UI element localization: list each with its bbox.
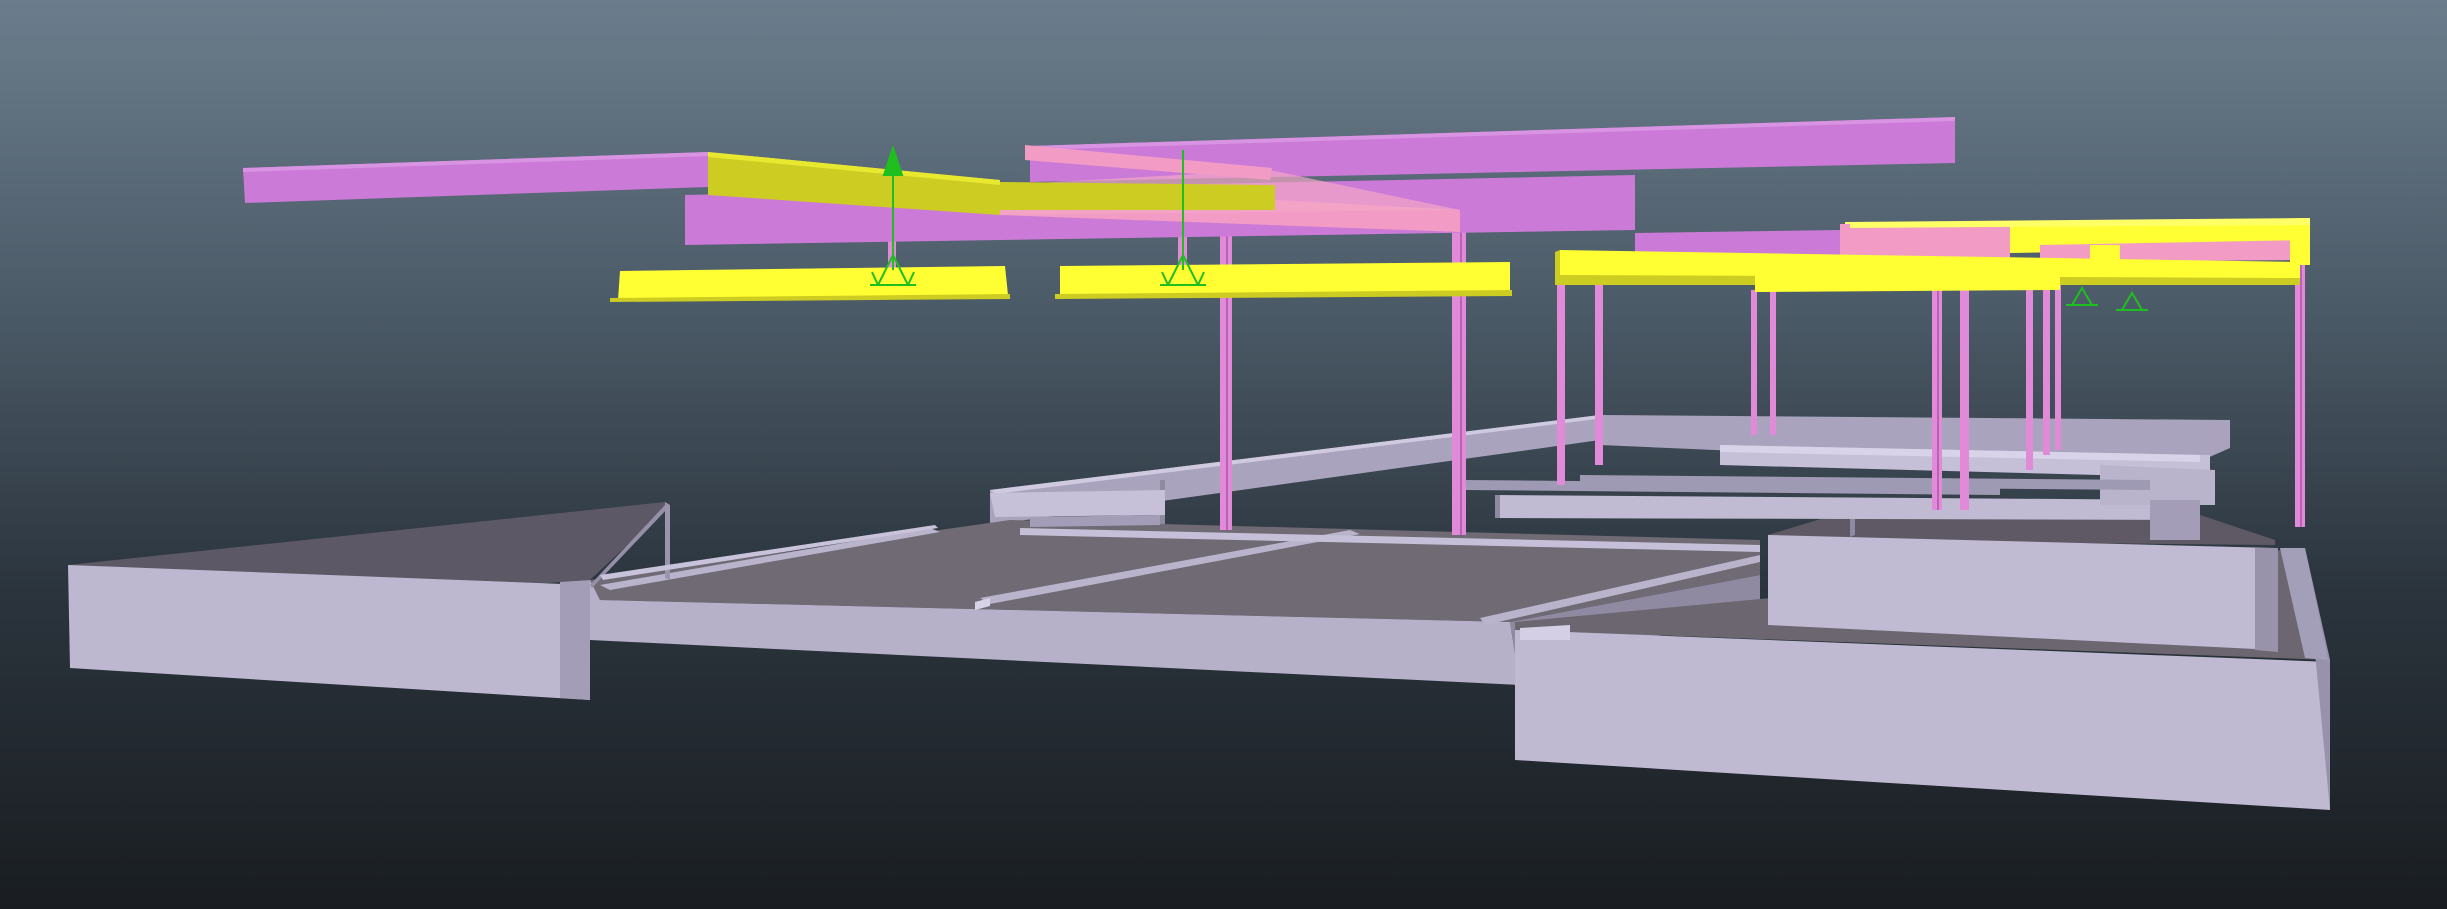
beam-magenta-top[interactable] (1030, 117, 1955, 182)
column-4[interactable] (1595, 270, 1603, 465)
green-arrow-icon (2070, 286, 2094, 306)
green-arrow-icon (2120, 291, 2144, 311)
structural-model[interactable] (0, 0, 2447, 909)
beam-magenta-left[interactable] (243, 152, 708, 203)
support-symbol-3[interactable] (2066, 286, 2098, 306)
3d-viewport[interactable] (0, 0, 2447, 909)
column-11[interactable] (2055, 285, 2061, 450)
column-5[interactable] (1751, 290, 1757, 435)
column-3[interactable] (1557, 270, 1565, 485)
column-10[interactable] (2043, 285, 2050, 455)
column-6[interactable] (1770, 285, 1776, 435)
column-9[interactable] (2026, 285, 2033, 470)
beam-yellow-lower-left[interactable] (610, 266, 1010, 302)
support-symbol-4[interactable] (2116, 291, 2148, 311)
green-arrow-icon (882, 144, 904, 176)
beam-yellow-lower-mid[interactable] (1055, 262, 1512, 299)
